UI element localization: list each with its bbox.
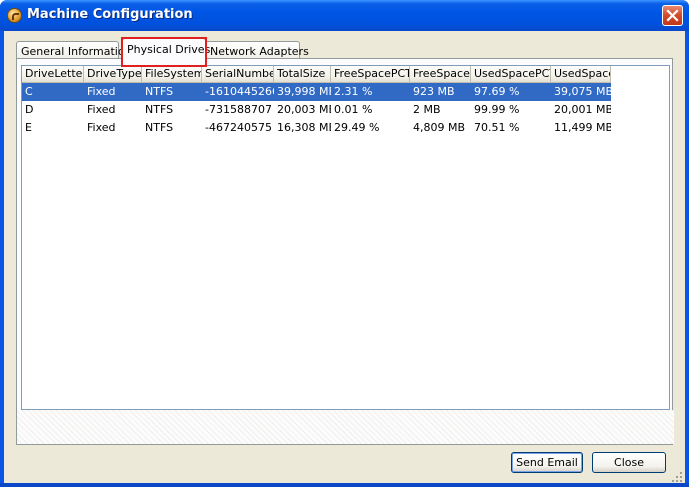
table-cell: 39,998 MB — [277, 85, 331, 98]
title-bar[interactable]: Machine Configuration — [0, 0, 689, 31]
window-title: Machine Configuration — [27, 7, 193, 22]
table-header: DriveLetter DriveType FileSystem SerialNumb… — [22, 66, 611, 83]
table-cell: -1610445266 — [205, 85, 274, 98]
app-icon — [7, 8, 22, 23]
table-cell: NTFS — [145, 121, 174, 134]
table-cell: C — [25, 85, 33, 98]
table-cell: NTFS — [145, 85, 174, 98]
table-cell: 2 MB — [413, 103, 441, 116]
table-cell: Fixed — [87, 85, 116, 98]
table-cell: Fixed — [87, 103, 116, 116]
table-cell: 20,003 MB — [277, 103, 331, 116]
table-cell: 4,809 MB — [413, 121, 466, 134]
table-cell: 2.31 % — [334, 85, 373, 98]
close-icon — [666, 9, 679, 22]
close-button[interactable]: Close — [592, 452, 666, 473]
table-cell: 39,075 MB — [554, 85, 611, 98]
column-header-freespace[interactable]: FreeSpace — [410, 66, 471, 83]
table-cell: E — [25, 121, 32, 134]
close-window-button[interactable] — [662, 5, 683, 26]
table-cell: 97.69 % — [474, 85, 520, 98]
column-header-filesystem[interactable]: FileSystem — [142, 66, 202, 83]
column-header-driveletter[interactable]: DriveLetter — [22, 66, 84, 83]
table-cell: -731588707 — [205, 103, 272, 116]
table-cell: 29.49 % — [334, 121, 380, 134]
table-cell: Fixed — [87, 121, 116, 134]
table-cell: 70.51 % — [474, 121, 520, 134]
drives-table[interactable]: DriveLetter DriveType FileSystem SerialNumb… — [21, 65, 670, 410]
column-header-serialnumber[interactable]: SerialNumber — [202, 66, 274, 83]
resize-grip-icon[interactable] — [671, 471, 683, 483]
table-cell: 11,499 MB — [554, 121, 611, 134]
send-email-button[interactable]: Send Email — [511, 452, 583, 473]
table-cell: 923 MB — [413, 85, 455, 98]
tab-physical-drives[interactable]: Physical Drives — [122, 38, 210, 64]
column-header-totalsize[interactable]: TotalSize — [274, 66, 331, 83]
table-cell: 99.99 % — [474, 103, 520, 116]
table-cell: 20,001 MB — [554, 103, 611, 116]
dialog-client-area: General Information Physical Drives Netw… — [4, 31, 685, 483]
physical-drives-panel: DriveLetter DriveType FileSystem SerialNumb… — [16, 58, 674, 445]
table-body: C Fixed NTFS -1610445266 39,998 MB 2.31 % 923 … — [22, 83, 611, 137]
column-header-drivetype[interactable]: DriveType — [84, 66, 142, 83]
table-row[interactable]: C Fixed NTFS -1610445266 39,998 MB 2.31 % 923 … — [22, 83, 611, 101]
column-header-usedspace[interactable]: UsedSpace — [551, 66, 611, 83]
table-row[interactable]: D Fixed NTFS -731588707 20,003 MB 0.01 % 2 MB 9… — [22, 101, 611, 119]
table-cell: 0.01 % — [334, 103, 373, 116]
panel-background-strip — [17, 410, 674, 444]
table-cell: NTFS — [145, 103, 174, 116]
column-header-usedspacepct[interactable]: UsedSpacePCT — [471, 66, 551, 83]
table-row[interactable]: E Fixed NTFS -467240575 16,308 MB 29.49 % 4,80… — [22, 119, 611, 137]
column-header-freespacepct[interactable]: FreeSpacePCT — [331, 66, 410, 83]
table-cell: D — [25, 103, 34, 116]
table-cell: 16,308 MB — [277, 121, 331, 134]
window-frame-bottom — [0, 483, 689, 487]
table-cell: -467240575 — [205, 121, 272, 134]
dialog-window: Machine Configuration General Informatio… — [0, 0, 689, 487]
